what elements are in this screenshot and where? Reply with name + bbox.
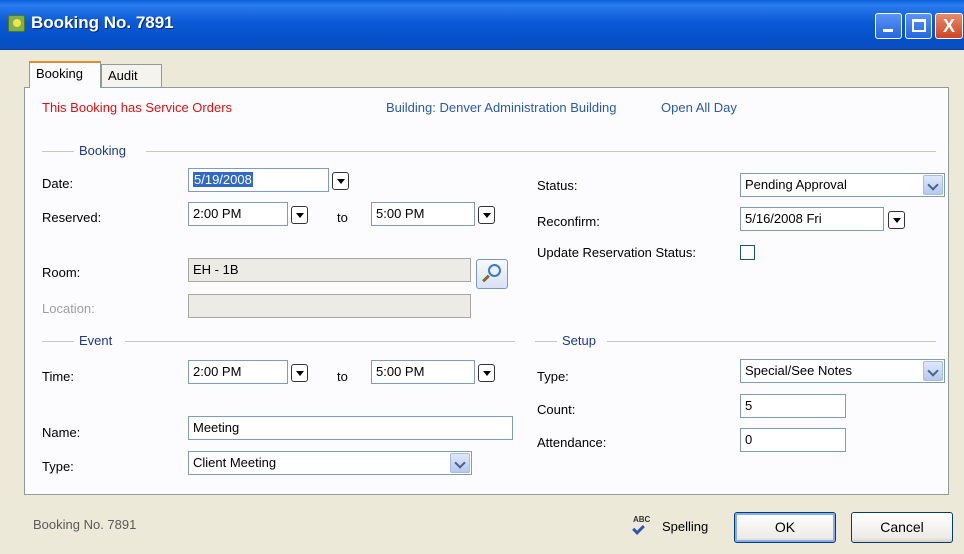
event-name-label: Name: (42, 425, 81, 440)
location-field[interactable] (188, 294, 471, 318)
window-title: Booking No. 7891 (31, 13, 174, 32)
date-value: 5/19/2008 (193, 172, 253, 187)
tab-booking[interactable]: Booking (29, 61, 101, 88)
event-start-field[interactable]: 2:00 PM (188, 360, 288, 384)
close-button[interactable]: X (935, 13, 963, 39)
event-group-line-left (42, 341, 74, 342)
setup-group-title: Setup (562, 333, 596, 348)
title-bar[interactable]: Booking No. 7891 X (0, 0, 964, 50)
event-type-select[interactable]: Client Meeting (188, 451, 472, 475)
event-group-title: Event (79, 333, 113, 348)
event-name-field[interactable]: Meeting (188, 416, 513, 440)
setup-type-label: Type: (537, 369, 569, 384)
reserved-label: Reserved: (42, 210, 102, 225)
status-bar-text: Booking No. 7891 (33, 517, 137, 532)
status-select[interactable]: Pending Approval (740, 173, 945, 197)
date-field[interactable]: 5/19/2008 (188, 168, 329, 192)
update-status-checkbox[interactable] (740, 245, 755, 260)
setup-group-line-right (607, 341, 936, 342)
booking-group-title: Booking (79, 143, 126, 158)
attendance-label: Attendance: (537, 435, 607, 450)
event-end-dropdown-button[interactable] (478, 364, 495, 382)
event-time-label: Time: (42, 369, 75, 384)
app-icon (8, 15, 25, 32)
close-icon: X (942, 16, 955, 36)
hours-notice: Open All Day (661, 100, 737, 115)
booking-group-line-left (42, 151, 74, 152)
event-start-dropdown-button[interactable] (291, 364, 308, 382)
reserved-start-field[interactable]: 2:00 PM (188, 202, 288, 226)
setup-group-line-left (535, 341, 557, 342)
booking-group-line-right (146, 151, 936, 152)
room-field[interactable]: EH - 1B (188, 258, 471, 282)
event-group-line-right (125, 341, 515, 342)
setup-type-dropdown-icon[interactable] (923, 361, 943, 381)
reconfirm-dropdown-button[interactable] (888, 211, 905, 229)
attendance-field[interactable]: 0 (740, 428, 846, 452)
event-to-label: to (337, 369, 348, 384)
maximize-button[interactable] (905, 13, 932, 39)
service-orders-notice: This Booking has Service Orders (42, 100, 233, 115)
spelling-label[interactable]: Spelling (662, 519, 708, 534)
minimize-button[interactable] (875, 13, 902, 39)
magnifier-icon (488, 264, 501, 277)
tab-audit[interactable]: Audit (101, 64, 162, 87)
event-type-label: Type: (42, 459, 74, 474)
reconfirm-field[interactable]: 5/16/2008 Fri (740, 207, 884, 231)
ok-button[interactable]: OK (734, 512, 836, 543)
count-label: Count: (537, 402, 576, 417)
event-end-field[interactable]: 5:00 PM (371, 360, 475, 384)
spelling-icon[interactable]: ABC (630, 515, 654, 537)
maximize-icon (912, 19, 926, 32)
setup-type-value: Special/See Notes (745, 363, 852, 378)
event-type-value: Client Meeting (193, 455, 277, 470)
cancel-button[interactable]: Cancel (851, 512, 953, 543)
building-notice: Building: Denver Administration Building (386, 100, 617, 115)
date-label: Date: (42, 176, 74, 191)
update-status-label: Update Reservation Status: (537, 245, 696, 260)
status-label: Status: (537, 178, 578, 193)
minimize-icon (883, 29, 893, 32)
reserved-end-dropdown-button[interactable] (478, 206, 495, 224)
spelling-icon-text: ABC (633, 515, 651, 524)
spelling-check-mark (632, 522, 645, 535)
booking-panel: This Booking has Service Orders Building… (24, 87, 949, 495)
status-dropdown-icon[interactable] (923, 175, 943, 195)
reserved-end-field[interactable]: 5:00 PM (371, 202, 475, 226)
room-label: Room: (42, 265, 81, 280)
magnifier-handle (482, 274, 490, 283)
reserved-start-dropdown-button[interactable] (291, 206, 308, 224)
event-type-dropdown-icon[interactable] (450, 453, 470, 473)
reserved-to-label: to (337, 210, 348, 225)
status-value: Pending Approval (745, 177, 847, 192)
location-label: Location: (42, 301, 95, 316)
reconfirm-label: Reconfirm: (537, 214, 600, 229)
room-lookup-button[interactable] (476, 259, 508, 289)
date-dropdown-button[interactable] (332, 172, 349, 190)
setup-type-select[interactable]: Special/See Notes (740, 359, 945, 383)
count-field[interactable]: 5 (740, 394, 846, 418)
